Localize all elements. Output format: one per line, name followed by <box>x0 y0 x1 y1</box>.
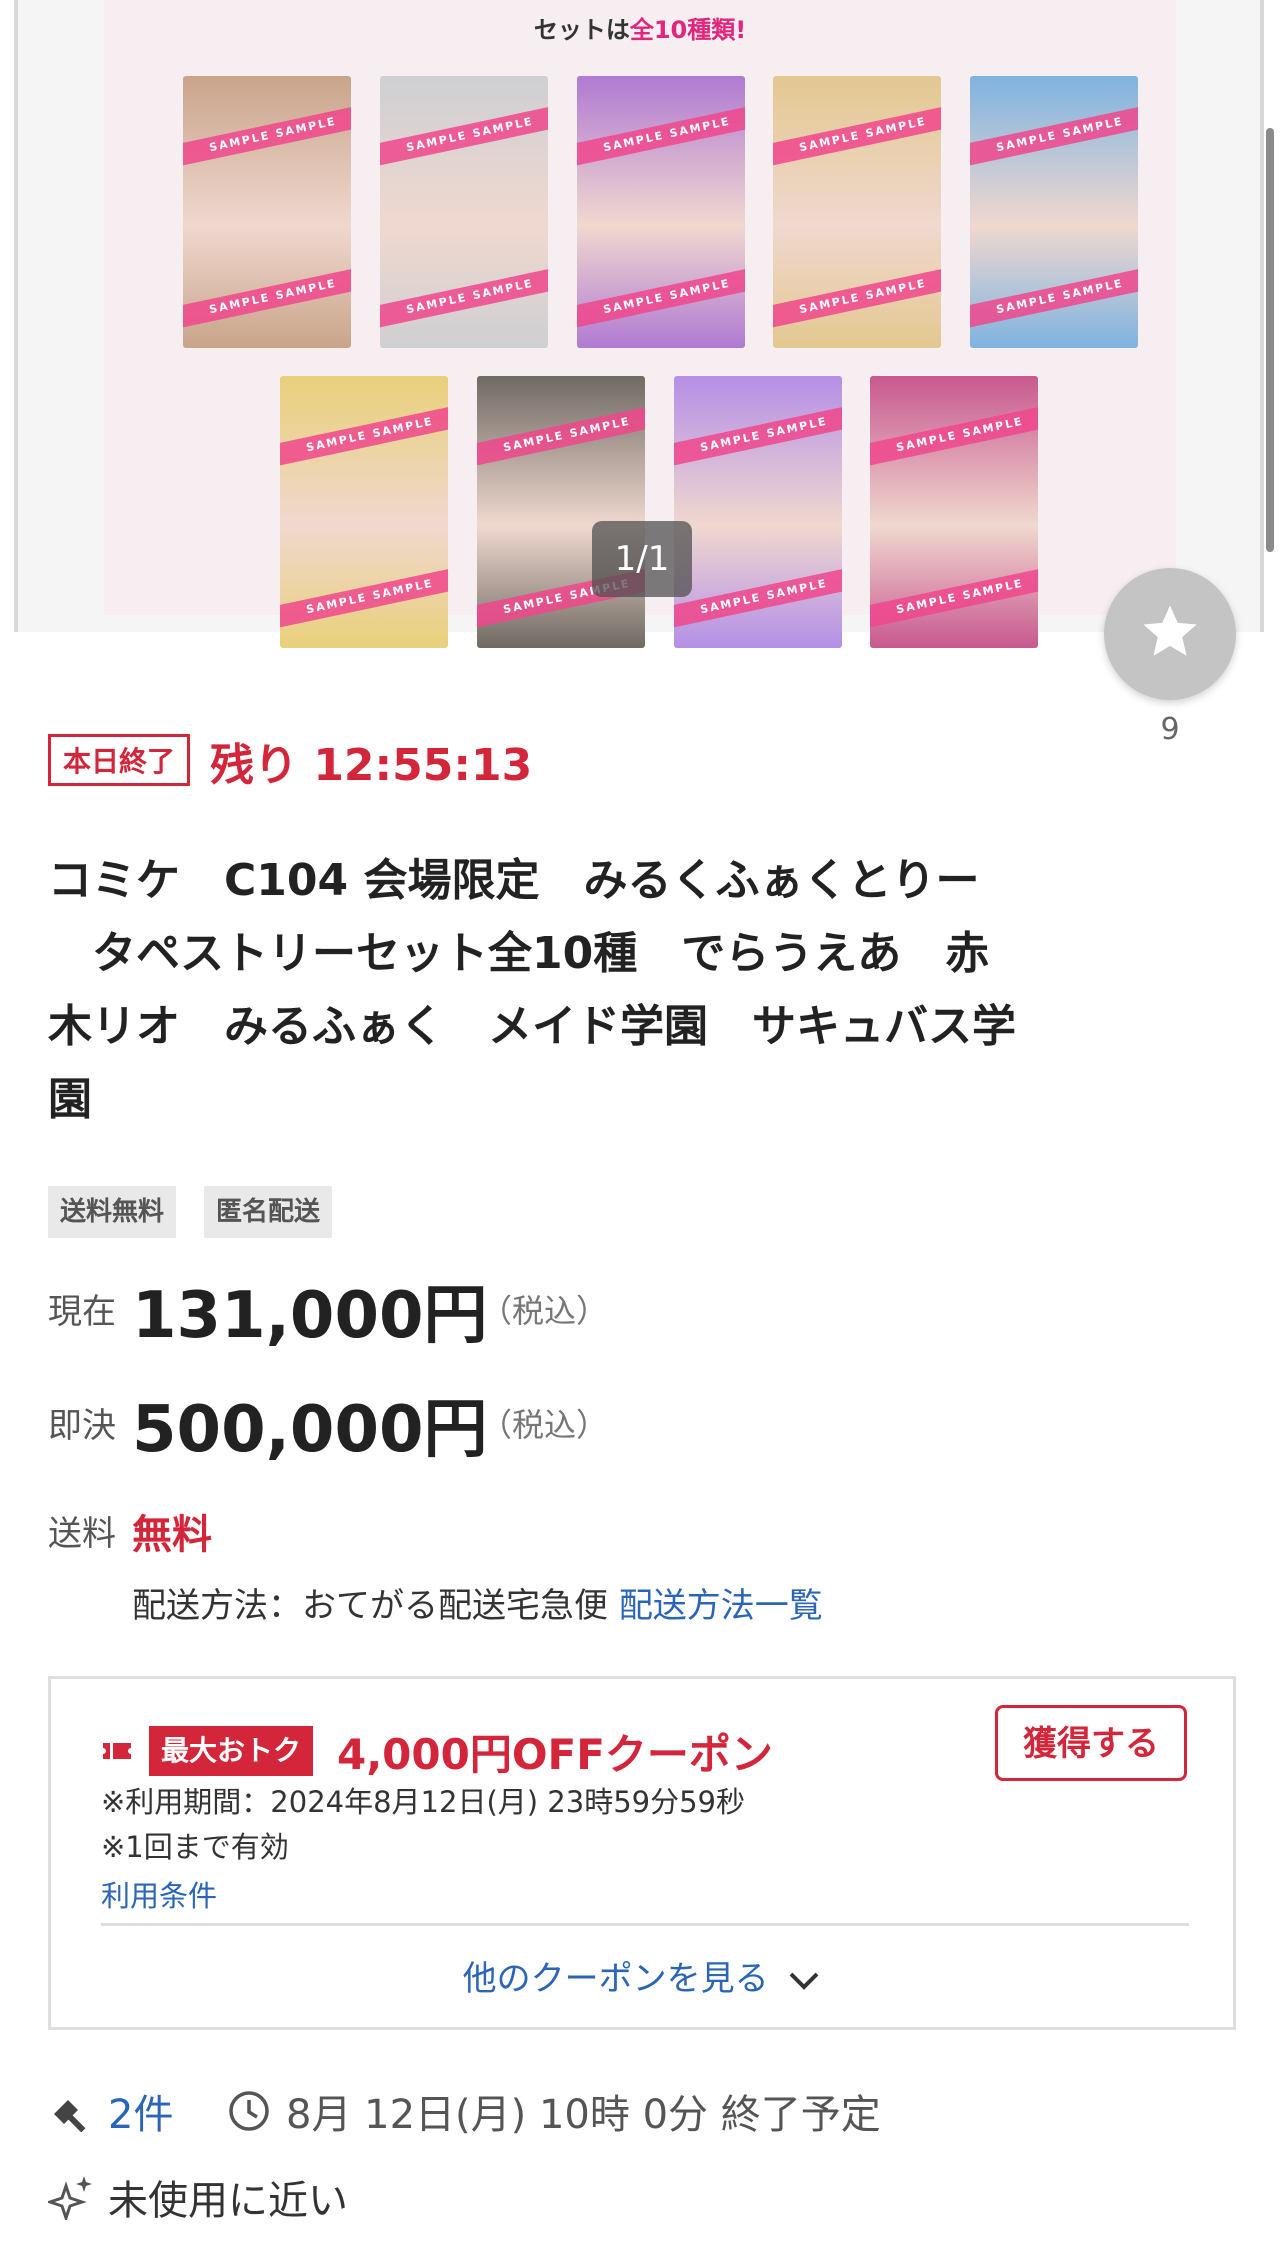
remaining-time: 残り 12:55:13 <box>210 740 533 791</box>
current-price-tax: （税込） <box>480 1292 609 1330</box>
ticket-icon <box>103 1743 131 1759</box>
sample-strip: SAMPLE SAMPLE <box>477 401 645 469</box>
favorite-count: 9 <box>1160 712 1180 747</box>
sample-strip: SAMPLE SAMPLE <box>773 101 941 169</box>
sparkle-icon <box>48 2176 92 2220</box>
coupon-limit: ※1回まで有効 <box>101 1830 289 1864</box>
sample-card: SAMPLE SAMPLE SAMPLE SAMPLE <box>183 76 351 348</box>
sample-card: SAMPLE SAMPLE SAMPLE SAMPLE <box>674 376 842 648</box>
item-title: コミケ C104 会場限定 みるくふぁくとりー タペストリーセット全10種 でら… <box>48 855 1016 1125</box>
coupon-amount: 4,000円OFFクーポン <box>337 1730 773 1779</box>
sample-strip: SAMPLE SAMPLE <box>773 263 941 331</box>
current-price-label: 現在 <box>48 1292 116 1332</box>
sample-strip: SAMPLE SAMPLE <box>280 401 448 469</box>
shipping-method: 配送方法：おてがる配送宅急便 配送方法一覧 <box>132 1578 823 1627</box>
ending-today-badge: 本日終了 <box>48 734 191 786</box>
sample-strip: SAMPLE SAMPLE <box>870 563 1038 631</box>
buyout-price-tax: （税込） <box>480 1406 609 1444</box>
sample-strip: SAMPLE SAMPLE <box>674 563 842 631</box>
image-counter: 1/1 <box>592 521 692 597</box>
sample-card: SAMPLE SAMPLE SAMPLE SAMPLE <box>577 76 745 348</box>
shipping-fee: 無料 <box>132 1512 212 1558</box>
sample-strip: SAMPLE SAMPLE <box>970 101 1138 169</box>
sample-card: SAMPLE SAMPLE SAMPLE SAMPLE <box>280 376 448 648</box>
current-price: 131,000円 <box>132 1279 488 1353</box>
sample-strip: SAMPLE SAMPLE <box>380 101 548 169</box>
shipping-label: 送料 <box>48 1514 116 1554</box>
more-coupons-link[interactable]: 他のクーポンを見る <box>51 1951 1233 2000</box>
sample-strip: SAMPLE SAMPLE <box>577 101 745 169</box>
clock-icon <box>229 2091 269 2131</box>
sample-card: SAMPLE SAMPLE SAMPLE SAMPLE <box>380 76 548 348</box>
coupon-box: 最大おトク 4,000円OFFクーポン 獲得する ※利用期間：2024年8月12… <box>48 1676 1236 2030</box>
shipping-method-text: 配送方法：おてがる配送宅急便 <box>132 1586 608 1626</box>
bid-count[interactable]: 2件 <box>108 2082 173 2140</box>
coupon-terms-link[interactable]: 利用条件 <box>101 1873 217 1915</box>
sample-strip: SAMPLE SAMPLE <box>674 401 842 469</box>
gavel-icon <box>54 2100 86 2132</box>
sample-strip: SAMPLE SAMPLE <box>380 263 548 331</box>
tag-free-shipping: 送料無料 <box>48 1186 177 1238</box>
sample-card: SAMPLE SAMPLE SAMPLE SAMPLE <box>970 76 1138 348</box>
buyout-price: 500,000円 <box>132 1393 488 1467</box>
scrollbar[interactable] <box>1266 128 1274 552</box>
chevron-down-icon <box>789 1972 819 1990</box>
sample-strip: SAMPLE SAMPLE <box>183 263 351 331</box>
star-icon <box>1143 605 1197 656</box>
sample-strip: SAMPLE SAMPLE <box>970 263 1138 331</box>
sample-strip: SAMPLE SAMPLE <box>577 263 745 331</box>
sample-card: SAMPLE SAMPLE SAMPLE SAMPLE <box>477 376 645 648</box>
sample-strip: SAMPLE SAMPLE <box>870 401 1038 469</box>
image-caption: セットは全10種類! <box>533 16 747 44</box>
shipping-methods-link[interactable]: 配送方法一覧 <box>619 1586 823 1626</box>
coupon-divider <box>101 1923 1189 1926</box>
get-coupon-button[interactable]: 獲得する <box>995 1705 1187 1781</box>
sample-strip: SAMPLE SAMPLE <box>183 101 351 169</box>
favorite-button[interactable] <box>1104 568 1236 700</box>
tag-anonymous-shipping: 匿名配送 <box>204 1186 333 1238</box>
sample-strip: SAMPLE SAMPLE <box>280 563 448 631</box>
item-condition: 未使用に近い <box>108 2178 348 2224</box>
buyout-price-label: 即決 <box>48 1406 116 1446</box>
coupon-period: ※利用期間：2024年8月12日(月) 23時59分59秒 <box>101 1785 746 1819</box>
coupon-badge: 最大おトク <box>149 1726 314 1776</box>
product-image-area[interactable]: セットは全10種類! SAMPLE SAMPLE SAMPLE SAMPLE SAM… <box>0 0 1284 648</box>
sample-card: SAMPLE SAMPLE SAMPLE SAMPLE <box>773 76 941 348</box>
sample-card: SAMPLE SAMPLE SAMPLE SAMPLE <box>870 376 1038 648</box>
more-coupons-label: 他のクーポンを見る <box>462 1959 769 1999</box>
end-time: 8月 12日(月) 10時 0分 終了予定 <box>286 2092 881 2138</box>
